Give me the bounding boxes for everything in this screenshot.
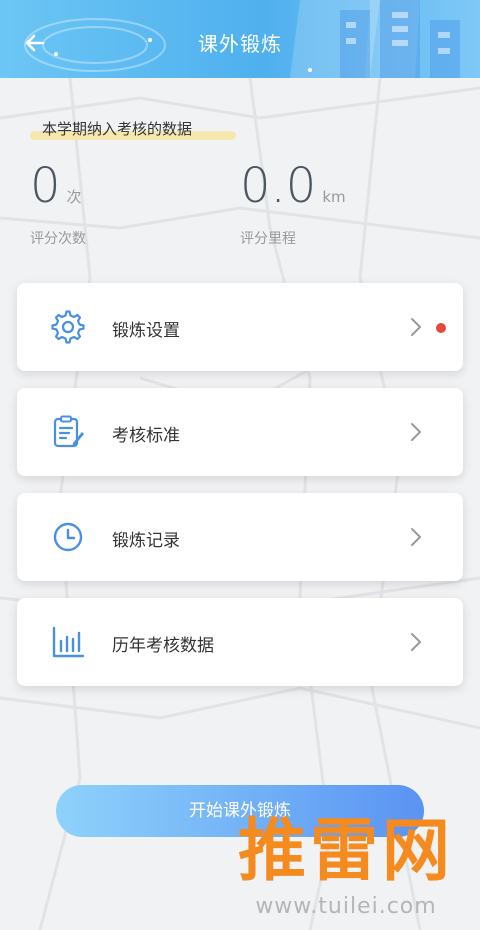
score-distance-stat: 0.0 km 评分里程 [240,162,346,247]
menu-item-label: 锻炼记录 [112,531,180,551]
score-count-stat: 0次 评分次数 [30,162,86,247]
chevron-right-icon [411,423,421,441]
document-edit-icon [53,415,84,448]
page-title: 课外锻炼 [198,32,282,56]
semester-label-text: 本学期纳入考核的数据 [42,120,193,138]
score-distance-caption: 评分里程 [240,231,296,247]
score-count-unit: 次 [66,188,82,206]
menu-item-exercise-records[interactable]: 锻炼记录 [17,493,463,581]
menu-item-label: 锻炼设置 [112,321,180,341]
notification-badge [436,323,446,333]
bar-chart-icon [52,626,85,658]
semester-label: 本学期纳入考核的数据 [42,118,192,139]
chevron-right-icon [411,318,421,336]
menu-item-yearly-assessment-data[interactable]: 历年考核数据 [17,598,463,686]
chevron-right-icon [411,633,421,651]
score-distance-value: 0.0 [240,158,317,214]
menu-item-label: 历年考核数据 [112,636,214,656]
top-app-bar: 课外锻炼 [0,0,480,78]
score-count-caption: 评分次数 [30,231,86,247]
score-distance-unit: km [322,188,346,206]
stats-panel: 本学期纳入考核的数据 0次 评分次数 0.0 km 评分里程 [0,78,480,258]
menu-list: 锻炼设置 考核标准 锻炼记录 历年考核数据 [17,283,463,703]
watermark-logo-text: 推雷网 [237,812,454,891]
gear-icon [51,310,85,344]
chevron-right-icon [411,528,421,546]
score-count-value: 0 [30,158,61,214]
watermark-url: www.tuilei.com [255,894,437,919]
menu-item-exercise-settings[interactable]: 锻炼设置 [17,283,463,371]
menu-item-label: 考核标准 [112,426,180,446]
menu-item-assessment-standard[interactable]: 考核标准 [17,388,463,476]
watermark: 推雷网 www.tuilei.com [212,812,480,930]
clock-icon [53,522,83,552]
